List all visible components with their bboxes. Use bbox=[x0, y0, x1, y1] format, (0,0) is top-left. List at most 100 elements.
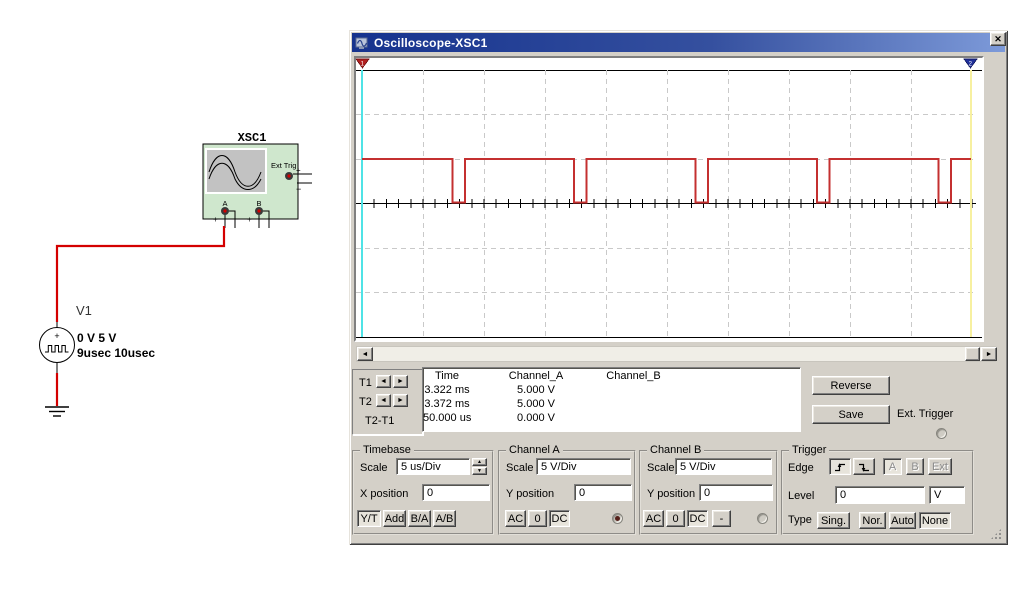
minus-mark: − bbox=[238, 214, 243, 224]
channel-a-connector bbox=[612, 513, 623, 524]
readout-header-channel-a: Channel_A bbox=[471, 370, 601, 382]
plot-background bbox=[356, 58, 982, 340]
reverse-button[interactable]: Reverse bbox=[812, 376, 890, 395]
plus-mark: + bbox=[296, 166, 301, 175]
channel-b-scale-label: Scale bbox=[647, 462, 675, 474]
ext-trigger-label: Ext. Trigger bbox=[897, 408, 953, 420]
t2-label: T2 bbox=[359, 396, 372, 408]
plus-mark: + bbox=[54, 331, 59, 341]
trigger-level-input[interactable] bbox=[835, 486, 925, 504]
channel-a-zero-button[interactable]: 0 bbox=[528, 510, 547, 527]
t1-time-value: 3.322 ms bbox=[423, 384, 471, 396]
channel-a-dc-button[interactable]: DC bbox=[549, 510, 570, 527]
trigger-type-none-button[interactable]: None bbox=[919, 512, 951, 529]
terminal-a-label: A bbox=[222, 199, 227, 208]
close-button[interactable]: ✕ bbox=[990, 32, 1006, 46]
channel-b-title: Channel B bbox=[647, 444, 704, 456]
trigger-source-b-button[interactable]: B bbox=[906, 458, 924, 475]
trigger-edge-label: Edge bbox=[788, 462, 814, 474]
ext-trigger-connector bbox=[936, 428, 947, 439]
scope-scrollbar[interactable]: ◄ ► bbox=[356, 346, 996, 362]
oscilloscope-window: Oscilloscope-XSC1 ✕ bbox=[349, 30, 1008, 545]
source-timing-label: 9usec 10usec bbox=[77, 346, 155, 360]
timebase-scale-spin-down[interactable]: ▼ bbox=[472, 467, 487, 475]
channel-b-zero-button[interactable]: 0 bbox=[666, 510, 685, 527]
t2-channel-a-value: 5.000 V bbox=[471, 398, 601, 410]
channel-a-yposition-label: Y position bbox=[506, 488, 554, 500]
scrollbar-thumb[interactable] bbox=[965, 347, 980, 361]
cursor-controls: T1 ◄ ► T2 ◄ ► T2-T1 bbox=[352, 369, 423, 435]
scope-display: 1 2 bbox=[354, 56, 984, 342]
mode-add-button[interactable]: Add bbox=[383, 510, 406, 527]
window-title: Oscilloscope-XSC1 bbox=[374, 36, 487, 50]
scope-ref-label: XSC1 bbox=[238, 131, 267, 145]
source-ref-label: V1 bbox=[76, 303, 92, 318]
timebase-xposition-input[interactable] bbox=[422, 484, 490, 501]
channel-b-yposition-label: Y position bbox=[647, 488, 695, 500]
channel-a-ac-button[interactable]: AC bbox=[505, 510, 526, 527]
edge-rising-icon bbox=[833, 461, 847, 473]
t1-left-button[interactable]: ◄ bbox=[376, 375, 391, 388]
measurement-readout: Time Channel_A Channel_B 3.322 ms 5.000 … bbox=[422, 367, 801, 432]
dt-time-value: 50.000 us bbox=[423, 412, 471, 424]
timebase-scale-input[interactable] bbox=[396, 458, 470, 475]
ext-trig-terminal-dot bbox=[287, 174, 290, 177]
edge-falling-icon bbox=[857, 461, 871, 473]
trigger-type-nor-button[interactable]: Nor. bbox=[859, 512, 886, 529]
screenshot-canvas: XSC1 Ext Trig + − A + − B bbox=[0, 0, 1022, 599]
trigger-edge-falling-button[interactable] bbox=[853, 458, 875, 475]
terminal-b-label: B bbox=[256, 199, 261, 208]
trigger-source-ext-button[interactable]: Ext bbox=[928, 458, 952, 475]
dt-channel-a-value: 0.000 V bbox=[471, 412, 601, 424]
minus-mark: − bbox=[296, 184, 301, 194]
t2-t1-label: T2-T1 bbox=[365, 415, 394, 427]
trigger-source-a-button[interactable]: A bbox=[883, 458, 902, 475]
channel-b-yposition-input[interactable] bbox=[699, 484, 773, 501]
schematic-canvas: XSC1 Ext Trig + − A + − B bbox=[0, 0, 349, 599]
plus-mark: + bbox=[213, 215, 218, 224]
channel-a-yposition-input[interactable] bbox=[574, 484, 632, 501]
trigger-level-unit: V bbox=[929, 486, 965, 504]
timebase-group: Timebase Scale ▲ ▼ X position Y/T Add B/… bbox=[352, 450, 494, 535]
oscilloscope-component[interactable]: XSC1 Ext Trig + − A + − B bbox=[203, 131, 312, 228]
channel-a-scale-input[interactable] bbox=[536, 458, 631, 475]
timebase-scale-label: Scale bbox=[360, 462, 388, 474]
channel-b-scale-input[interactable] bbox=[675, 458, 772, 475]
channel-b-connector bbox=[757, 513, 768, 524]
readout-header-time: Time bbox=[423, 370, 471, 382]
channel-a-title: Channel A bbox=[506, 444, 563, 456]
source-value-label: 0 V 5 V bbox=[77, 331, 116, 345]
channel-b-ac-button[interactable]: AC bbox=[643, 510, 664, 527]
t1-right-button[interactable]: ► bbox=[393, 375, 408, 388]
titlebar[interactable]: Oscilloscope-XSC1 bbox=[352, 33, 1005, 52]
channel-b-dc-button[interactable]: DC bbox=[687, 510, 708, 527]
timebase-title: Timebase bbox=[360, 444, 414, 456]
trigger-level-label: Level bbox=[788, 490, 814, 502]
trigger-type-auto-button[interactable]: Auto bbox=[889, 512, 916, 529]
trigger-title: Trigger bbox=[789, 444, 829, 456]
minus-mark: − bbox=[272, 214, 277, 224]
ext-trig-label: Ext Trig bbox=[271, 161, 296, 170]
t2-right-button[interactable]: ► bbox=[393, 394, 408, 407]
trigger-type-label: Type bbox=[788, 514, 812, 526]
scope-screen bbox=[206, 149, 266, 193]
trigger-type-sing-button[interactable]: Sing. bbox=[817, 512, 850, 529]
channel-b-minus-button[interactable]: - bbox=[712, 510, 731, 527]
readout-header-channel-b: Channel_B bbox=[601, 370, 666, 382]
save-button[interactable]: Save bbox=[812, 405, 890, 424]
ground-symbol[interactable] bbox=[45, 407, 69, 416]
trigger-group: Trigger Edge A B Ext Level V Type Sin bbox=[781, 450, 974, 535]
plus-mark: + bbox=[247, 215, 252, 224]
mode-yt-button[interactable]: Y/T bbox=[357, 510, 381, 527]
trigger-edge-rising-button[interactable] bbox=[829, 458, 851, 475]
scroll-right-button[interactable]: ► bbox=[981, 347, 997, 361]
channel-b-group: Channel B Scale Y position AC 0 DC - bbox=[639, 450, 778, 535]
mode-ba-button[interactable]: B/A bbox=[408, 510, 431, 527]
mode-ab-button[interactable]: A/B bbox=[433, 510, 456, 527]
timebase-xposition-label: X position bbox=[360, 488, 408, 500]
t2-left-button[interactable]: ◄ bbox=[376, 394, 391, 407]
t2-time-value: 3.372 ms bbox=[423, 398, 471, 410]
timebase-scale-spin-up[interactable]: ▲ bbox=[472, 458, 487, 466]
resize-grip[interactable] bbox=[989, 527, 1003, 541]
scroll-left-button[interactable]: ◄ bbox=[357, 347, 373, 361]
